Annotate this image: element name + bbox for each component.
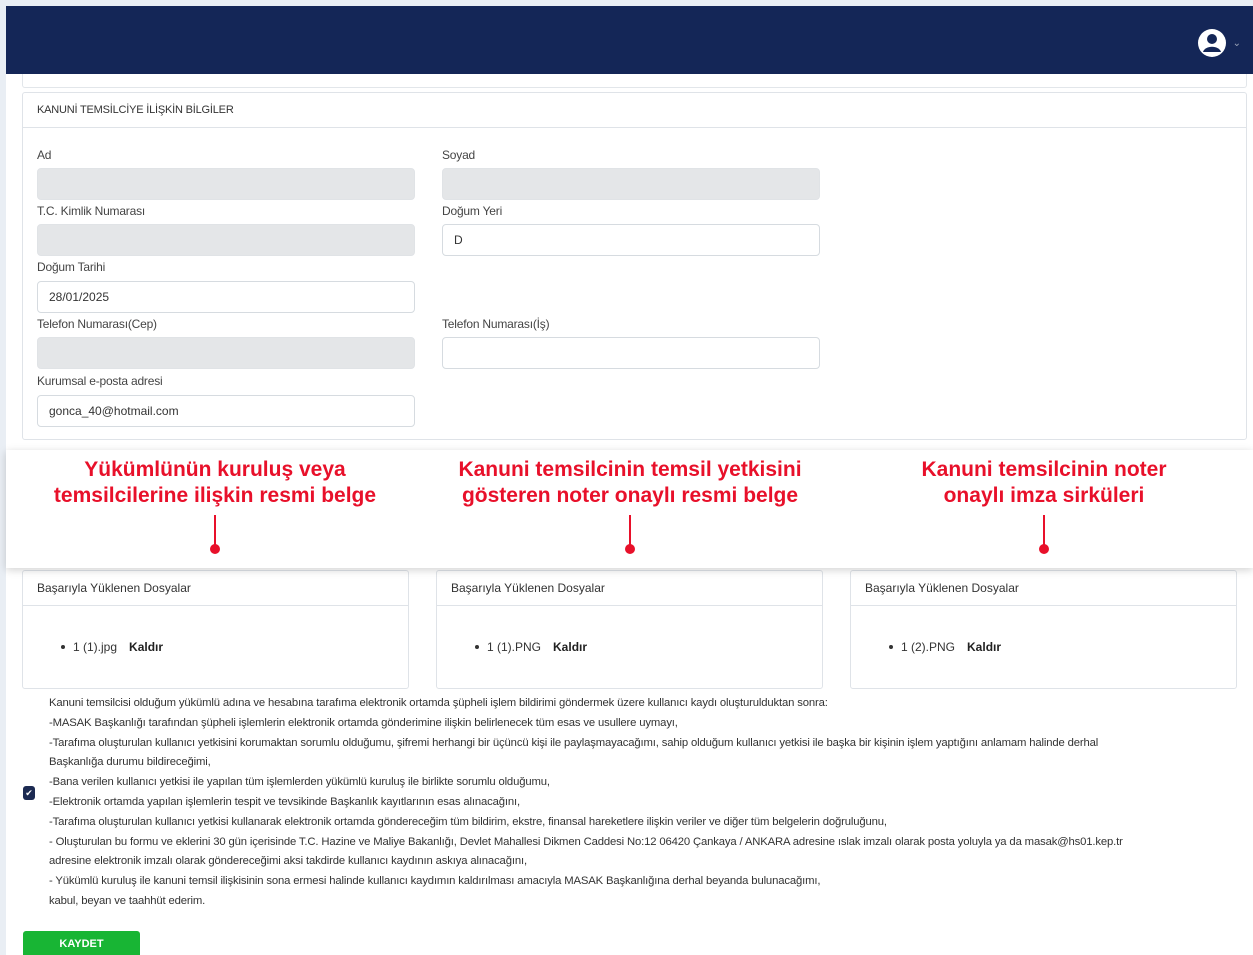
terms-line: -Tarafıma oluşturulan kullanıcı yetkisin… <box>49 736 1099 749</box>
annotation-3: Kanuni temsilcinin noter onaylı imza sir… <box>921 458 1167 507</box>
previous-card-edge <box>22 74 1247 88</box>
annotation-1: Yükümlünün kuruluş veya temsilcilerine i… <box>53 458 377 507</box>
work-phone-label: Telefon Numarası(İş) <box>442 317 550 331</box>
uploaded-file-item: 1 (1).PNG Kaldır <box>475 640 587 654</box>
upload-card-2: Başarıyla Yüklenen Dosyalar 1 (1).PNG Ka… <box>436 570 823 689</box>
first-name-field[interactable] <box>37 168 415 200</box>
annotation-banner: Yükümlünün kuruluş veya temsilcilerine i… <box>6 450 1253 568</box>
user-circle-icon[interactable] <box>1197 28 1227 58</box>
remove-file-link[interactable]: Kaldır <box>967 640 1001 654</box>
email-label: Kurumsal e-posta adresi <box>37 374 163 388</box>
terms-line: adresine elektronik imzalı olarak gönder… <box>49 855 527 868</box>
birthplace-label: Doğum Yeri <box>442 204 503 218</box>
terms-line: -Elektronik ortamda yapılan işlemlerin t… <box>49 795 520 808</box>
birthplace-field[interactable]: D <box>442 224 820 256</box>
file-name: 1 (2).PNG <box>901 640 956 654</box>
annotation-1-line <box>214 515 216 545</box>
card-title: KANUNİ TEMSİLCİYE İLİŞKİN BİLGİLER <box>23 93 1246 128</box>
terms-line: - Oluşturulan bu formu ve eklerini 30 gü… <box>49 835 1123 848</box>
terms-line: -MASAK Başkanlığı tarafından şüpheli işl… <box>49 716 678 729</box>
terms-line: - Yükümlü kuruluş ile kanuni temsil iliş… <box>49 875 821 888</box>
file-name: 1 (1).PNG <box>487 640 542 654</box>
terms-line: -Bana verilen kullanıcı yetkisi ile yapı… <box>49 776 550 789</box>
remove-file-link[interactable]: Kaldır <box>129 640 163 654</box>
terms-checkbox[interactable]: ✔ <box>23 786 35 800</box>
birthdate-label: Doğum Tarihi <box>37 260 106 274</box>
email-field[interactable]: gonca_40@hotmail.com <box>37 395 415 427</box>
legal-representative-card: KANUNİ TEMSİLCİYE İLİŞKİN BİLGİLER Ad So… <box>22 92 1247 440</box>
uploaded-file-item: 1 (2).PNG Kaldır <box>889 640 1001 654</box>
top-navbar: ⌄ <box>6 6 1253 74</box>
annotation-2: Kanuni temsilcinin temsil yetkisini göst… <box>458 458 802 507</box>
main-content: KANUNİ TEMSİLCİYE İLİŞKİN BİLGİLER Ad So… <box>6 74 1253 955</box>
upload-card-title: Başarıyla Yüklenen Dosyalar <box>437 571 822 606</box>
remove-file-link[interactable]: Kaldır <box>553 640 587 654</box>
uploaded-file-item: 1 (1).jpg Kaldır <box>61 640 163 654</box>
annotation-2-line <box>629 515 631 545</box>
terms-line: kabul, beyan ve taahhüt ederim. <box>49 894 206 907</box>
terms-line: Kanuni temsilcisi olduğum yükümlü adına … <box>49 697 828 709</box>
annotation-3-dot <box>1039 544 1049 554</box>
chevron-down-icon[interactable]: ⌄ <box>1233 38 1241 49</box>
upload-card-title: Başarıyla Yüklenen Dosyalar <box>851 571 1236 606</box>
mobile-phone-field[interactable] <box>37 337 415 369</box>
terms-line: Başkanlığa durumu bildireceğimi, <box>49 756 211 769</box>
first-name-label: Ad <box>37 148 52 162</box>
annotation-1-dot <box>210 544 220 554</box>
work-phone-field[interactable] <box>442 337 820 369</box>
birthdate-field[interactable]: 28/01/2025 <box>37 281 415 313</box>
upload-card-3: Başarıyla Yüklenen Dosyalar 1 (2).PNG Ka… <box>850 570 1237 689</box>
save-button[interactable]: KAYDET <box>23 931 140 955</box>
file-name: 1 (1).jpg <box>73 640 118 654</box>
check-icon: ✔ <box>25 788 33 798</box>
terms-text: Kanuni temsilcisi olduğum yükümlü adına … <box>49 694 1249 912</box>
mobile-phone-label: Telefon Numarası(Cep) <box>37 317 157 331</box>
tc-id-field[interactable] <box>37 224 415 256</box>
annotation-3-line <box>1043 515 1045 545</box>
last-name-label: Soyad <box>442 148 476 162</box>
upload-card-1: Başarıyla Yüklenen Dosyalar 1 (1).jpg Ka… <box>22 570 409 689</box>
terms-line: -Tarafıma oluşturulan kullanıcı yetkisi … <box>49 815 887 828</box>
upload-card-title: Başarıyla Yüklenen Dosyalar <box>23 571 408 606</box>
annotation-2-dot <box>625 544 635 554</box>
last-name-field[interactable] <box>442 168 820 200</box>
tc-id-label: T.C. Kimlik Numarası <box>37 204 146 218</box>
